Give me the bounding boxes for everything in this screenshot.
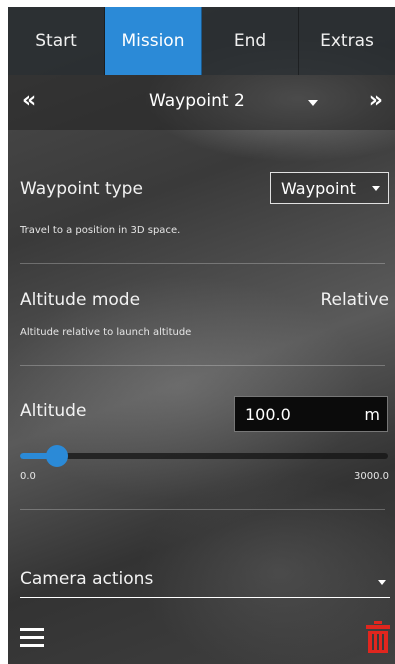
altitude-min-label: 0.0 [20, 471, 36, 482]
tab-extras[interactable]: Extras [299, 7, 395, 75]
altitude-mode-label: Altitude mode [20, 290, 141, 310]
chevron-down-icon[interactable] [378, 580, 386, 585]
divider [20, 509, 385, 510]
waypoint-type-label: Waypoint type [20, 179, 143, 199]
altitude-input[interactable]: 100.0 m [234, 396, 388, 432]
altitude-mode-value[interactable]: Relative [320, 290, 389, 310]
waypoint-type-select[interactable]: Waypoint [270, 172, 389, 204]
tab-mission[interactable]: Mission [105, 7, 202, 75]
chevron-down-icon[interactable] [308, 100, 318, 106]
hamburger-menu-icon[interactable] [20, 628, 44, 648]
altitude-value: 100.0 [245, 405, 291, 424]
divider [20, 365, 385, 366]
tab-start[interactable]: Start [8, 7, 105, 75]
chevron-down-icon [372, 186, 380, 191]
camera-actions-underline [20, 597, 390, 598]
mission-panel: Start Mission End Extras « Waypoint 2 » … [8, 7, 395, 664]
waypoint-navigator: « Waypoint 2 » [8, 75, 395, 130]
waypoint-type-description: Travel to a position in 3D space. [20, 225, 181, 236]
altitude-mode-description: Altitude relative to launch altitude [20, 327, 192, 338]
altitude-slider[interactable] [20, 445, 388, 467]
waypoint-type-value: Waypoint [281, 178, 356, 198]
altitude-max-label: 3000.0 [354, 471, 389, 482]
next-waypoint-button[interactable]: » [369, 88, 383, 113]
altitude-unit: m [364, 405, 380, 424]
tab-bar: Start Mission End Extras [8, 7, 395, 75]
camera-actions-label[interactable]: Camera actions [20, 569, 153, 589]
waypoint-selector[interactable]: Waypoint 2 [149, 91, 245, 111]
trash-icon[interactable] [366, 621, 390, 653]
tab-end[interactable]: End [202, 7, 299, 75]
divider [20, 263, 385, 264]
previous-waypoint-button[interactable]: « [22, 88, 36, 113]
altitude-slider-thumb[interactable] [46, 445, 68, 467]
altitude-label: Altitude [20, 401, 87, 421]
